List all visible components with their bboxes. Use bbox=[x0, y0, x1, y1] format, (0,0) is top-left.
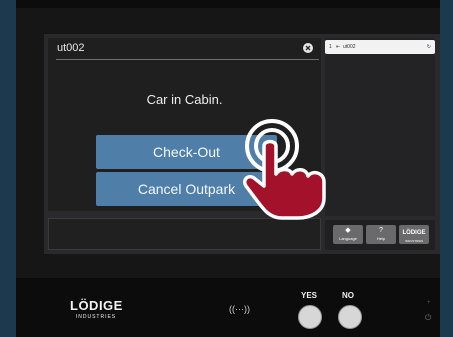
exit-arrow-icon: ⇤ bbox=[336, 44, 341, 50]
brand-logo-sub: INDUSTRIES bbox=[404, 239, 424, 243]
nfc-icon: ((···)) bbox=[229, 304, 250, 314]
help-button[interactable]: ? Help bbox=[366, 225, 396, 244]
list-item-code: ut002 bbox=[343, 44, 356, 50]
lodige-logo: LÖDIGE INDUSTRIES bbox=[70, 298, 122, 320]
clear-icon[interactable] bbox=[303, 43, 313, 53]
search-input[interactable]: ut002 bbox=[56, 39, 319, 60]
yes-label: YES bbox=[301, 291, 318, 300]
logo-sub: INDUSTRIES bbox=[75, 314, 117, 320]
no-button[interactable] bbox=[338, 305, 362, 329]
language-icon: ◆ bbox=[345, 227, 351, 234]
brand-logo-text: LÖDIGE bbox=[402, 230, 426, 236]
search-value: ut002 bbox=[57, 42, 85, 54]
language-button[interactable]: ◆ Language bbox=[333, 225, 363, 244]
status-message: Car in Cabin. bbox=[146, 92, 223, 107]
list-item-index: 1 bbox=[329, 44, 332, 50]
refresh-icon[interactable]: ↻ bbox=[427, 44, 431, 50]
dialog-bottom-bar bbox=[48, 218, 321, 250]
yes-button[interactable] bbox=[298, 305, 322, 329]
language-label: Language bbox=[339, 236, 357, 241]
power-icon: ⏻ bbox=[425, 313, 432, 322]
list-item[interactable]: 1 ⇤ ut002 ↻ bbox=[325, 40, 435, 54]
hand-pointer-icon bbox=[242, 119, 326, 220]
led-indicator: + bbox=[427, 300, 431, 306]
help-icon: ? bbox=[379, 227, 383, 234]
no-label: NO bbox=[342, 291, 354, 300]
side-panel bbox=[325, 38, 435, 216]
help-label: Help bbox=[376, 236, 386, 241]
logo-main: LÖDIGE bbox=[70, 298, 123, 313]
brand-button[interactable]: LÖDIGE INDUSTRIES bbox=[399, 225, 429, 244]
